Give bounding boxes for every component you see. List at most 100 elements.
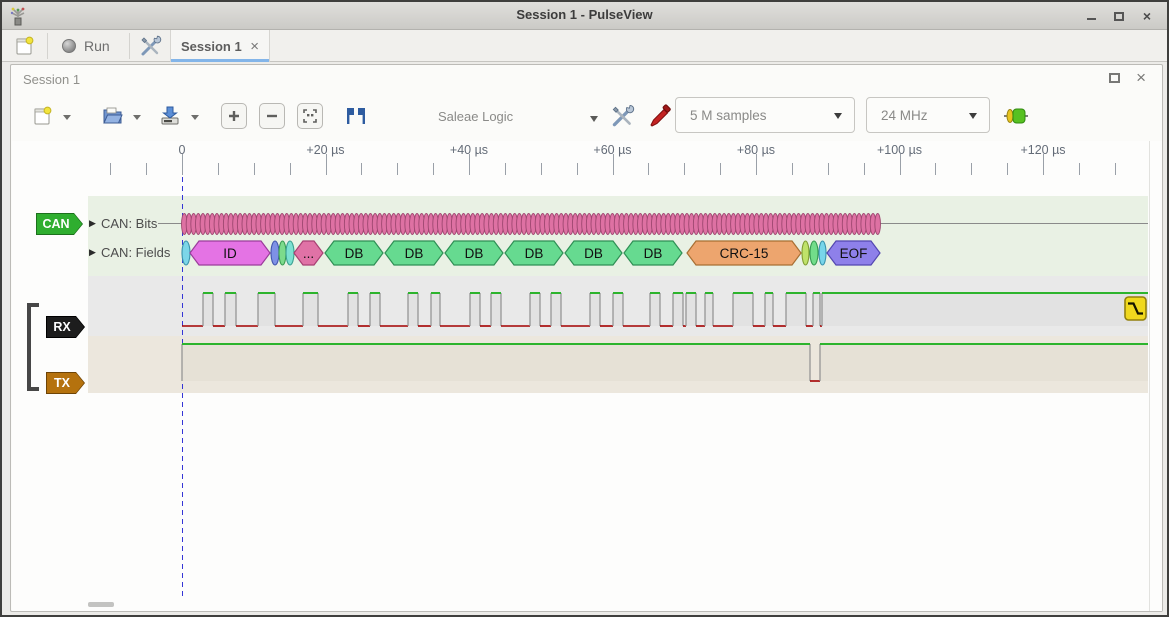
- ruler-label: +80 µs: [737, 143, 775, 157]
- ruler-tick: [792, 163, 793, 175]
- svg-text:DB: DB: [465, 246, 484, 261]
- panel-close-button[interactable]: ×: [1136, 68, 1146, 88]
- ruler-tick: [684, 163, 685, 175]
- ruler-tick: [613, 154, 614, 175]
- decoder-tag-can[interactable]: CAN: [36, 213, 83, 235]
- tab-label: Session 1: [181, 39, 244, 54]
- device-select[interactable]: Saleae Logic: [426, 101, 606, 131]
- new-file-icon: [31, 105, 53, 127]
- svg-text:DB: DB: [405, 246, 424, 261]
- add-decoder-icon: [1003, 105, 1029, 127]
- ruler-tick: [971, 163, 972, 175]
- expander-arrow-icon[interactable]: ▶: [89, 247, 96, 258]
- ruler-tick: [935, 163, 936, 175]
- new-session-icon: [13, 35, 35, 57]
- ruler-tick: [182, 154, 183, 175]
- tab-session-1[interactable]: Session 1 ×: [170, 30, 270, 62]
- ruler-tick: [433, 163, 434, 175]
- run-label: Run: [84, 38, 110, 54]
- window-maximize-button[interactable]: [1109, 8, 1129, 24]
- horizontal-scrollbar-thumb[interactable]: [88, 602, 114, 607]
- wrench-screwdriver-icon: [609, 103, 635, 129]
- markers-flags-icon: [343, 104, 369, 128]
- ruler-tick: [1007, 163, 1008, 175]
- ruler-tick: [864, 163, 865, 175]
- title-bar: Session 1 - PulseView ×: [2, 2, 1167, 30]
- chevron-down-icon: [590, 116, 598, 122]
- sample-count-value: 5 M samples: [690, 108, 767, 123]
- svg-text:ID: ID: [223, 246, 237, 261]
- new-session-button[interactable]: [8, 32, 40, 60]
- channel-tag-rx[interactable]: RX: [46, 316, 85, 338]
- tx-waveform: [88, 339, 1148, 385]
- trace-area-right-edge: [1149, 141, 1150, 611]
- new-file-dropdown[interactable]: [63, 115, 71, 120]
- chevron-down-icon: [834, 113, 842, 119]
- save-button[interactable]: [155, 101, 185, 131]
- rx-waveform: [88, 286, 1148, 331]
- panel-float-button[interactable]: [1109, 73, 1120, 83]
- ruler-tick: [218, 163, 219, 175]
- zoom-out-button[interactable]: [259, 103, 285, 129]
- main-toolbar: Run Session 1 ×: [2, 30, 1167, 62]
- show-markers-button[interactable]: [341, 101, 371, 131]
- zoom-in-button[interactable]: [221, 103, 247, 129]
- row-label-can-bits: CAN: Bits: [101, 216, 157, 231]
- tab-close-icon[interactable]: ×: [244, 38, 259, 55]
- channel-tag-label: TX: [47, 373, 84, 393]
- window-minimize-button[interactable]: [1081, 8, 1101, 24]
- ruler-tick: [361, 163, 362, 175]
- ruler-tick: [290, 163, 291, 175]
- channel-tag-label: RX: [47, 317, 84, 337]
- configure-device-button[interactable]: [607, 101, 637, 131]
- ruler-tick: [146, 163, 147, 175]
- add-decoder-button[interactable]: [1001, 101, 1031, 131]
- window-close-button[interactable]: ×: [1137, 8, 1157, 24]
- save-dropdown[interactable]: [191, 115, 199, 120]
- ruler-tick: [397, 163, 398, 175]
- ruler-tick: [110, 163, 111, 175]
- zoom-fit-button[interactable]: [297, 103, 323, 129]
- session-panel: Session 1 ×: [10, 64, 1163, 612]
- svg-text:DB: DB: [525, 246, 544, 261]
- ruler-label: +120 µs: [1020, 143, 1065, 157]
- ruler-tick: [828, 163, 829, 175]
- open-dropdown[interactable]: [133, 115, 141, 120]
- new-file-button[interactable]: [27, 101, 57, 131]
- ruler-label: +20 µs: [306, 143, 344, 157]
- zoom-fit-icon: [302, 108, 318, 124]
- ruler-tick: [505, 163, 506, 175]
- ruler-label: +100 µs: [877, 143, 922, 157]
- ruler-tick: [756, 154, 757, 175]
- channel-tag-tx[interactable]: TX: [46, 372, 85, 394]
- trace-view[interactable]: 0+20 µs+40 µs+60 µs+80 µs+100 µs+120 µs …: [12, 141, 1162, 611]
- panel-header: Session 1 ×: [11, 65, 1162, 93]
- ruler-tick: [254, 163, 255, 175]
- svg-text:DB: DB: [644, 246, 663, 261]
- wrench-screwdriver-icon: [138, 34, 162, 58]
- ruler-tick: [1043, 154, 1044, 175]
- ruler-tick: [720, 163, 721, 175]
- open-button[interactable]: [97, 101, 127, 131]
- expander-arrow-icon[interactable]: ▶: [89, 218, 96, 229]
- ruler-tick: [1079, 163, 1080, 175]
- ruler-tick: [541, 163, 542, 175]
- svg-text:EOF: EOF: [840, 246, 868, 261]
- trigger-falling-edge-marker[interactable]: [1124, 296, 1147, 321]
- ruler-tick: [900, 154, 901, 175]
- can-bits-annotations: [88, 212, 1148, 236]
- probe-icon: [647, 103, 673, 129]
- row-label-can-fields: CAN: Fields: [101, 245, 170, 260]
- device-select-value: Saleae Logic: [438, 109, 513, 124]
- ruler-tick: [577, 163, 578, 175]
- sample-rate-select[interactable]: 24 MHz: [866, 97, 990, 133]
- decoder-tag-label: CAN: [37, 214, 82, 234]
- select-channels-button[interactable]: [645, 101, 675, 131]
- sample-count-select[interactable]: 5 M samples: [675, 97, 855, 133]
- window-title: Session 1 - PulseView: [2, 7, 1167, 22]
- ruler-tick: [1115, 163, 1116, 175]
- time-ruler[interactable]: 0+20 µs+40 µs+60 µs+80 µs+100 µs+120 µs: [12, 141, 1162, 176]
- settings-button[interactable]: [134, 32, 166, 60]
- run-button[interactable]: Run: [57, 32, 123, 60]
- ruler-tick: [326, 154, 327, 175]
